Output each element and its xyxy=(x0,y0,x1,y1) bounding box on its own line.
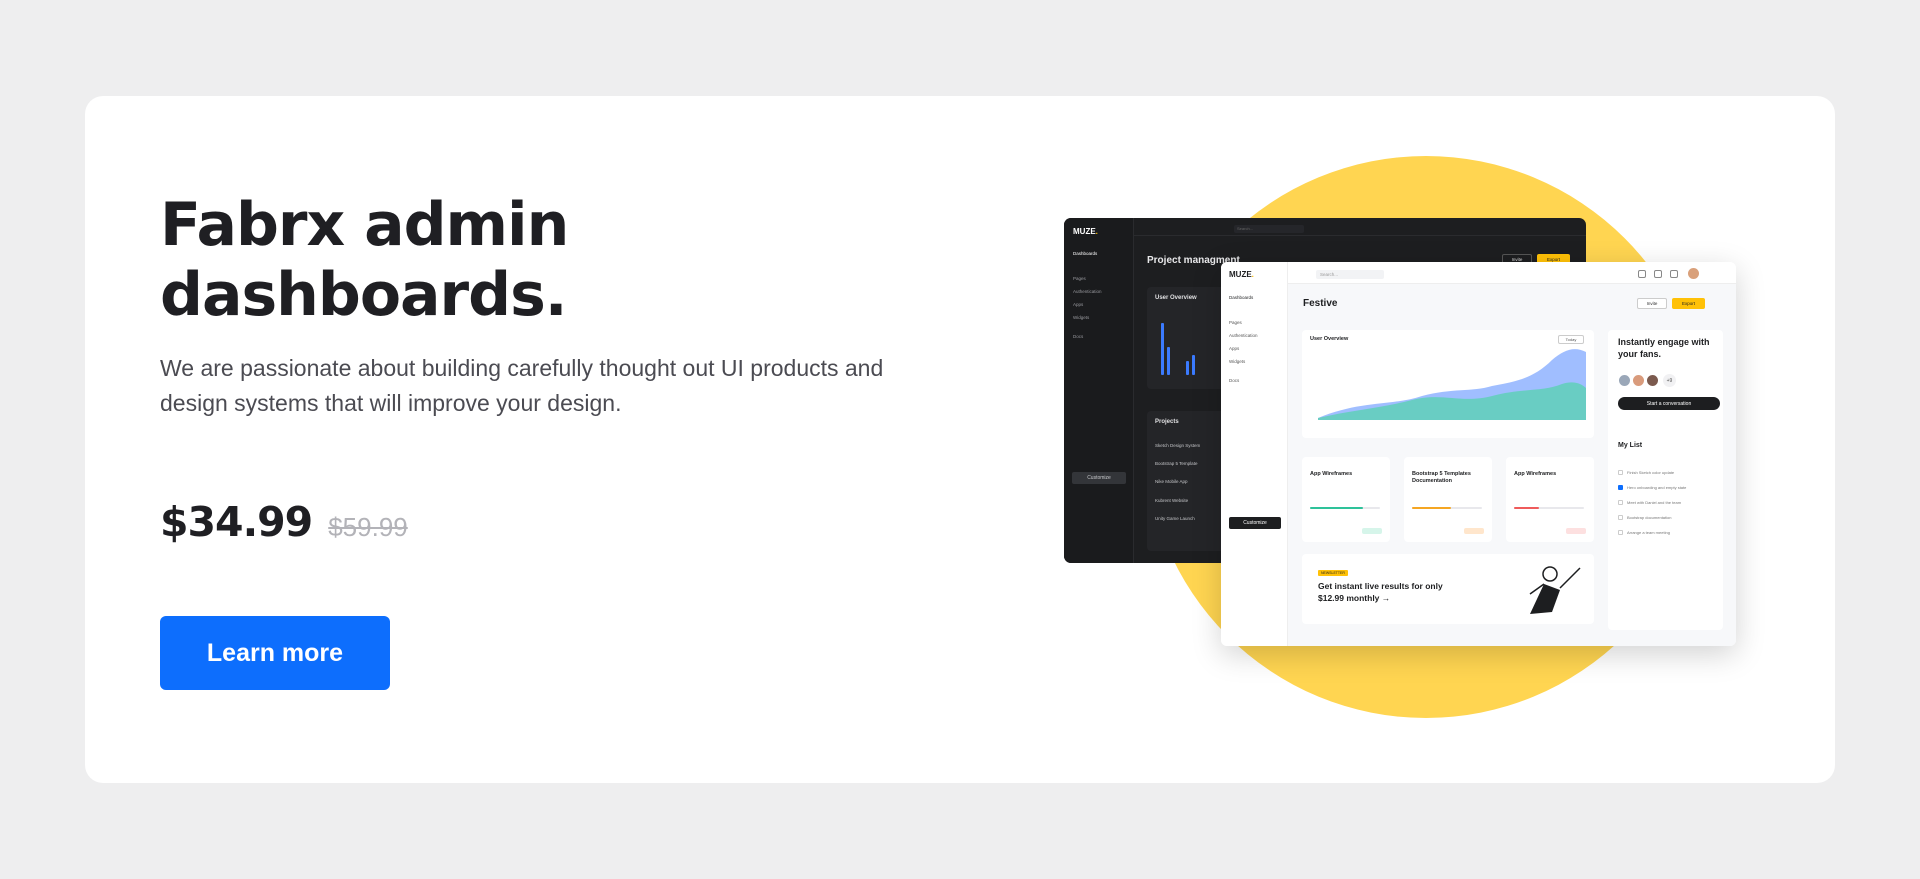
dark-project-row: Nike Mobile App xyxy=(1155,479,1188,484)
task-card-title: App Wireframes xyxy=(1310,471,1353,477)
task-item: Bootstrap documentation xyxy=(1618,515,1671,520)
dark-nav-item: Docs xyxy=(1073,334,1084,339)
dark-overview-panel: User Overview xyxy=(1147,287,1227,389)
light-nav-item: Dashboards xyxy=(1229,295,1254,300)
dark-project-row: Sketch Design System xyxy=(1155,443,1201,448)
grid-icon xyxy=(1670,270,1678,278)
light-export-button: Export xyxy=(1672,298,1705,309)
dark-search: Search... xyxy=(1234,225,1304,233)
dark-chart-bar xyxy=(1186,361,1189,375)
dark-project-row: Bootstrap 5 Template xyxy=(1155,461,1198,466)
task-tag xyxy=(1362,528,1382,534)
illustration-figure xyxy=(1529,566,1581,614)
dark-chart-bar xyxy=(1167,347,1170,375)
task-tag xyxy=(1566,528,1586,534)
light-dashboard-preview: MUZE. Dashboards Pages Authentication Ap… xyxy=(1221,262,1736,646)
newsletter-badge: NEWSLETTER xyxy=(1318,570,1348,576)
task-item: Arrange a team meeting xyxy=(1618,530,1670,535)
hero-card: Fabrx admin dashboards. We are passionat… xyxy=(85,96,1835,783)
light-nav-item: Authentication xyxy=(1229,333,1258,338)
avatar xyxy=(1646,374,1659,387)
learn-more-button[interactable]: Learn more xyxy=(160,616,390,690)
task-card: App Wireframes xyxy=(1302,457,1390,542)
chat-icon xyxy=(1654,270,1662,278)
avatar xyxy=(1618,374,1631,387)
task-progress xyxy=(1514,507,1584,509)
hero-headline: Fabrx admin dashboards. xyxy=(160,190,569,330)
light-topbar: Search... xyxy=(1288,262,1736,284)
dark-topbar: Search... xyxy=(1134,218,1586,236)
headline-line-2: dashboards. xyxy=(160,260,568,330)
task-tag xyxy=(1464,528,1484,534)
task-progress xyxy=(1310,507,1380,509)
dark-chart-bar xyxy=(1161,323,1164,375)
current-price: $34.99 xyxy=(160,498,313,546)
dark-logo: MUZE. xyxy=(1073,227,1098,236)
dark-chart-bar xyxy=(1192,355,1195,375)
old-price: $59.99 xyxy=(328,512,408,542)
task-card-title: App Wireframes xyxy=(1514,471,1557,477)
avatar xyxy=(1688,268,1699,279)
my-list-title: My List xyxy=(1618,442,1643,449)
light-overview-panel: User Overview Today xyxy=(1302,330,1594,438)
start-conversation-button: Start a conversation xyxy=(1618,397,1720,410)
task-item: Meet with Daniel and the team xyxy=(1618,500,1681,505)
light-logo: MUZE. xyxy=(1229,270,1254,279)
dark-nav-item: Dashboards xyxy=(1073,251,1098,256)
light-page-title: Festive xyxy=(1303,298,1338,309)
engage-title: Instantly engage with your fans. xyxy=(1618,337,1710,359)
light-search: Search... xyxy=(1316,270,1384,279)
light-nav-item: Pages xyxy=(1229,320,1242,325)
dark-overview-title: User Overview xyxy=(1155,295,1197,301)
dark-nav-item: Pages xyxy=(1073,276,1086,281)
task-card-title: Bootstrap 5 Templates Documentation xyxy=(1412,471,1471,484)
headline-line-1: Fabrx admin xyxy=(160,190,569,260)
promo-banner: NEWSLETTER Get instant live results for … xyxy=(1302,554,1594,624)
dark-nav-item: Apps xyxy=(1073,302,1084,307)
task-item: Finish Sketch color update xyxy=(1618,470,1674,475)
light-sidebar: MUZE. Dashboards Pages Authentication Ap… xyxy=(1221,262,1288,646)
price-row: $34.99 $59.99 xyxy=(160,498,408,546)
engage-panel: Instantly engage with your fans. +9 Star… xyxy=(1608,330,1723,630)
task-item: Hero onboarding and empty state xyxy=(1618,485,1686,490)
promo-text: Get instant live results for only $12.99… xyxy=(1318,581,1443,603)
dark-projects-title: Projects xyxy=(1155,419,1179,425)
task-progress xyxy=(1412,507,1482,509)
light-customize-button: Customize xyxy=(1229,517,1281,529)
dark-sidebar: MUZE. Dashboards Pages Authentication Ap… xyxy=(1064,218,1134,563)
hero-subtitle: We are passionate about building careful… xyxy=(160,355,884,416)
dark-project-row: Unity Game Launch xyxy=(1155,516,1195,521)
light-nav-item: Widgets xyxy=(1229,359,1246,364)
dark-projects-panel: Projects Sketch Design System Bootstrap … xyxy=(1147,411,1227,551)
bell-icon xyxy=(1638,270,1646,278)
dark-customize-button: Customize xyxy=(1072,472,1126,484)
more-avatars-count: +9 xyxy=(1663,374,1676,387)
dark-nav-item: Authentication xyxy=(1073,289,1102,294)
avatar xyxy=(1632,374,1645,387)
task-card: App Wireframes xyxy=(1506,457,1594,542)
avatar-group: +9 xyxy=(1618,374,1676,387)
light-nav-item: Docs xyxy=(1229,378,1240,383)
light-nav-item: Apps xyxy=(1229,346,1240,351)
dark-nav-item: Widgets xyxy=(1073,315,1090,320)
task-card: Bootstrap 5 Templates Documentation xyxy=(1404,457,1492,542)
dark-project-row: Kubrent Website xyxy=(1155,498,1189,503)
light-invite-button: Invite xyxy=(1637,298,1667,309)
area-chart xyxy=(1318,349,1586,420)
